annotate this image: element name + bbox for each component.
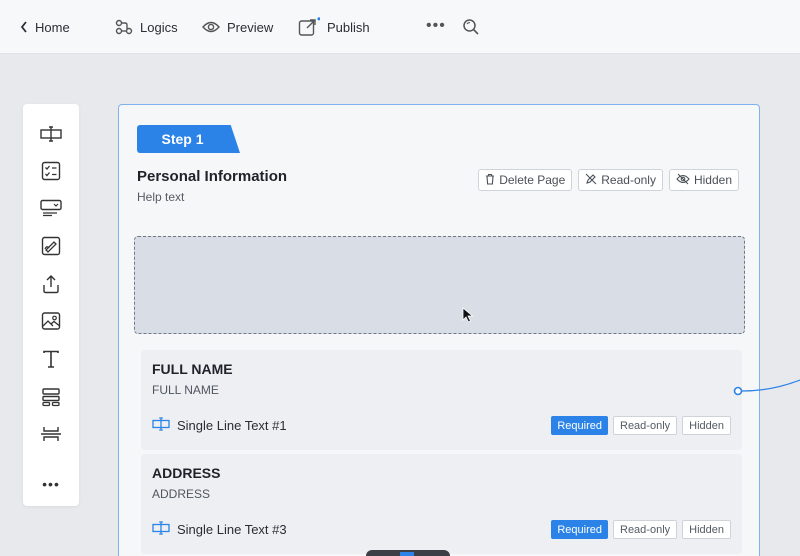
eye-icon bbox=[202, 20, 220, 34]
bottom-scroll-indicator[interactable] bbox=[366, 550, 450, 556]
step-tab[interactable]: Step 1 bbox=[137, 125, 240, 153]
more-tools-button[interactable]: ••• bbox=[37, 476, 65, 492]
mouse-cursor-icon bbox=[462, 307, 474, 328]
field-type: Single Line Text #1 bbox=[152, 417, 287, 434]
page-actions: Delete Page Read-only Hidden bbox=[478, 169, 739, 191]
eye-off-icon bbox=[676, 173, 690, 188]
page-title[interactable]: Personal Information bbox=[137, 168, 287, 185]
search-button[interactable] bbox=[462, 17, 480, 37]
upload-icon[interactable] bbox=[39, 272, 63, 296]
required-toggle[interactable]: Required bbox=[551, 520, 608, 539]
more-icon: ••• bbox=[426, 17, 446, 34]
layout-icon[interactable] bbox=[39, 385, 63, 409]
more-menu-button[interactable]: ••• bbox=[426, 16, 446, 36]
page-hidden-button[interactable]: Hidden bbox=[668, 169, 739, 191]
page-readonly-button[interactable]: Read-only bbox=[578, 169, 663, 191]
field-badges: Required Read-only Hidden bbox=[551, 520, 731, 539]
select-dropdown-icon[interactable] bbox=[39, 196, 63, 220]
text-field-icon bbox=[152, 417, 170, 434]
field-title[interactable]: FULL NAME bbox=[152, 361, 233, 377]
field-subtitle[interactable]: FULL NAME bbox=[152, 383, 219, 397]
field-toolbox: ••• bbox=[23, 104, 79, 506]
chevron-left-icon bbox=[20, 21, 28, 33]
delete-page-button[interactable]: Delete Page bbox=[478, 169, 573, 191]
delete-page-label: Delete Page bbox=[499, 173, 566, 187]
field-type: Single Line Text #3 bbox=[152, 521, 287, 538]
top-bar: Home Logics Preview Publish ••• bbox=[0, 0, 800, 54]
field-card-full-name[interactable]: FULL NAME FULL NAME Single Line Text #1 … bbox=[141, 350, 742, 450]
field-type-label: Single Line Text #3 bbox=[177, 522, 287, 537]
required-toggle[interactable]: Required bbox=[551, 416, 608, 435]
logics-icon bbox=[115, 19, 133, 35]
logics-button[interactable]: Logics bbox=[115, 17, 178, 37]
image-icon[interactable] bbox=[39, 309, 63, 333]
signature-icon[interactable] bbox=[39, 234, 63, 258]
field-type-label: Single Line Text #1 bbox=[177, 418, 287, 433]
text-field-icon bbox=[152, 521, 170, 538]
form-page[interactable]: Step 1 Personal Information Help text De… bbox=[118, 104, 760, 556]
page-readonly-label: Read-only bbox=[601, 173, 656, 187]
field-badges: Required Read-only Hidden bbox=[551, 416, 731, 435]
text-icon[interactable] bbox=[39, 347, 63, 371]
readonly-toggle[interactable]: Read-only bbox=[613, 520, 678, 539]
publish-button[interactable]: Publish bbox=[298, 17, 370, 37]
preview-label: Preview bbox=[227, 19, 274, 35]
checklist-icon[interactable] bbox=[39, 159, 63, 183]
hidden-toggle[interactable]: Hidden bbox=[682, 520, 731, 539]
section-break-icon[interactable] bbox=[39, 422, 63, 446]
page-help-text[interactable]: Help text bbox=[137, 190, 184, 204]
trash-icon bbox=[485, 173, 495, 188]
field-card-address[interactable]: ADDRESS ADDRESS Single Line Text #3 Requ… bbox=[141, 454, 742, 554]
hidden-toggle[interactable]: Hidden bbox=[682, 416, 731, 435]
readonly-toggle[interactable]: Read-only bbox=[613, 416, 678, 435]
field-title[interactable]: ADDRESS bbox=[152, 465, 220, 481]
page-hidden-label: Hidden bbox=[693, 173, 732, 187]
home-link[interactable]: Home bbox=[20, 17, 70, 37]
field-subtitle[interactable]: ADDRESS bbox=[152, 487, 210, 501]
drop-zone[interactable] bbox=[134, 236, 745, 334]
logic-connector-handle[interactable] bbox=[732, 378, 800, 407]
external-link-icon bbox=[298, 17, 320, 37]
edit-off-icon bbox=[585, 173, 597, 188]
logics-label: Logics bbox=[140, 19, 178, 35]
publish-label: Publish bbox=[327, 19, 370, 35]
preview-button[interactable]: Preview bbox=[202, 17, 273, 37]
search-icon bbox=[462, 18, 480, 36]
home-label: Home bbox=[35, 19, 70, 35]
text-field-icon[interactable] bbox=[39, 122, 63, 146]
